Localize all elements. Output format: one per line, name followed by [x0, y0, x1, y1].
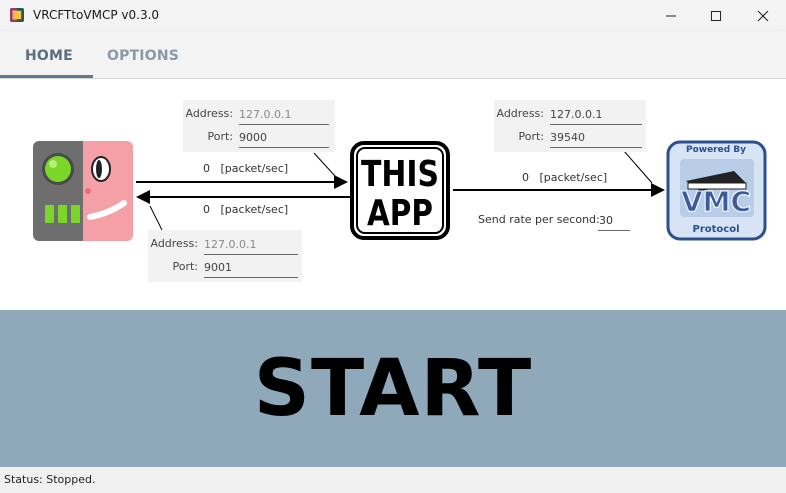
vmc-logo-bottom: Protocol: [692, 224, 739, 235]
reply-rate-value: 0: [203, 203, 210, 216]
send-port-label: Port:: [518, 130, 544, 143]
receive-port-input[interactable]: 9000: [239, 130, 329, 148]
send-rate-unit: [packet/sec]: [539, 171, 608, 184]
send-rate-per-second-label: Send rate per second:: [478, 213, 600, 226]
send-rate: 0 [packet/sec]: [522, 171, 607, 184]
tab-bar: HOME OPTIONS: [0, 31, 786, 79]
maximize-icon: [711, 10, 721, 21]
send-rate-per-second-input[interactable]: 30: [598, 211, 630, 231]
send-rate-value: 0: [522, 171, 529, 184]
arrow-right-icon: [651, 183, 665, 197]
receive-rate-value: 0: [203, 162, 210, 175]
reply-endpoint-panel: Address: 127.0.0.1 Port: 9001: [148, 230, 302, 282]
start-button-label: START: [253, 343, 533, 434]
home-panel: THIS APP Powered By VMC Protocol Address…: [0, 79, 786, 310]
reply-address-label: Address:: [150, 237, 198, 250]
receive-port-label: Port:: [207, 130, 233, 143]
minimize-icon: [666, 15, 676, 16]
close-icon: [757, 10, 769, 21]
this-app-logo: THIS APP: [350, 141, 450, 240]
reply-port-input[interactable]: 9001: [204, 260, 298, 278]
reply-rate-unit: [packet/sec]: [220, 203, 289, 216]
arrow-right-icon: [334, 175, 348, 189]
title-bar: VRCFTtoVMCP v0.3.0: [0, 0, 786, 31]
tab-active-indicator: [0, 75, 93, 78]
window-title: VRCFTtoVMCP v0.3.0: [33, 8, 160, 22]
close-button[interactable]: [740, 0, 786, 31]
this-app-line1: THIS: [361, 154, 439, 195]
vrcft-logo: [33, 141, 133, 241]
tab-options[interactable]: OPTIONS: [107, 48, 179, 64]
receive-address-input[interactable]: 127.0.0.1: [239, 107, 329, 125]
status-text: Status: Stopped.: [4, 473, 96, 486]
send-endpoint-panel: Address: 127.0.0.1 Port: 39540: [494, 100, 646, 152]
reply-rate: 0 [packet/sec]: [203, 203, 288, 216]
this-app-line2: APP: [367, 193, 433, 234]
maximize-button[interactable]: [693, 0, 739, 31]
send-address-label: Address:: [496, 107, 544, 120]
arrow-left-icon: [136, 190, 150, 204]
vmc-logo-top: Powered By: [686, 145, 746, 155]
flow-diagram: THIS APP Powered By VMC Protocol: [33, 140, 767, 241]
reply-address-input[interactable]: 127.0.0.1: [204, 237, 298, 255]
app-icon: [10, 8, 24, 22]
vmc-logo-main: VMC: [681, 185, 751, 218]
receive-address-label: Address:: [185, 107, 233, 120]
send-address-input[interactable]: 127.0.0.1: [550, 107, 642, 125]
vmc-logo: Powered By VMC Protocol: [666, 140, 767, 241]
minimize-button[interactable]: [648, 0, 694, 31]
receive-rate: 0 [packet/sec]: [203, 162, 288, 175]
start-button[interactable]: START: [0, 310, 786, 467]
send-port-input[interactable]: 39540: [550, 130, 642, 148]
tab-home[interactable]: HOME: [25, 48, 73, 64]
status-bar: Status: Stopped.: [0, 467, 786, 493]
receive-rate-unit: [packet/sec]: [220, 162, 289, 175]
reply-port-label: Port:: [172, 260, 198, 273]
receive-endpoint-panel: Address: 127.0.0.1 Port: 9000: [183, 100, 335, 152]
